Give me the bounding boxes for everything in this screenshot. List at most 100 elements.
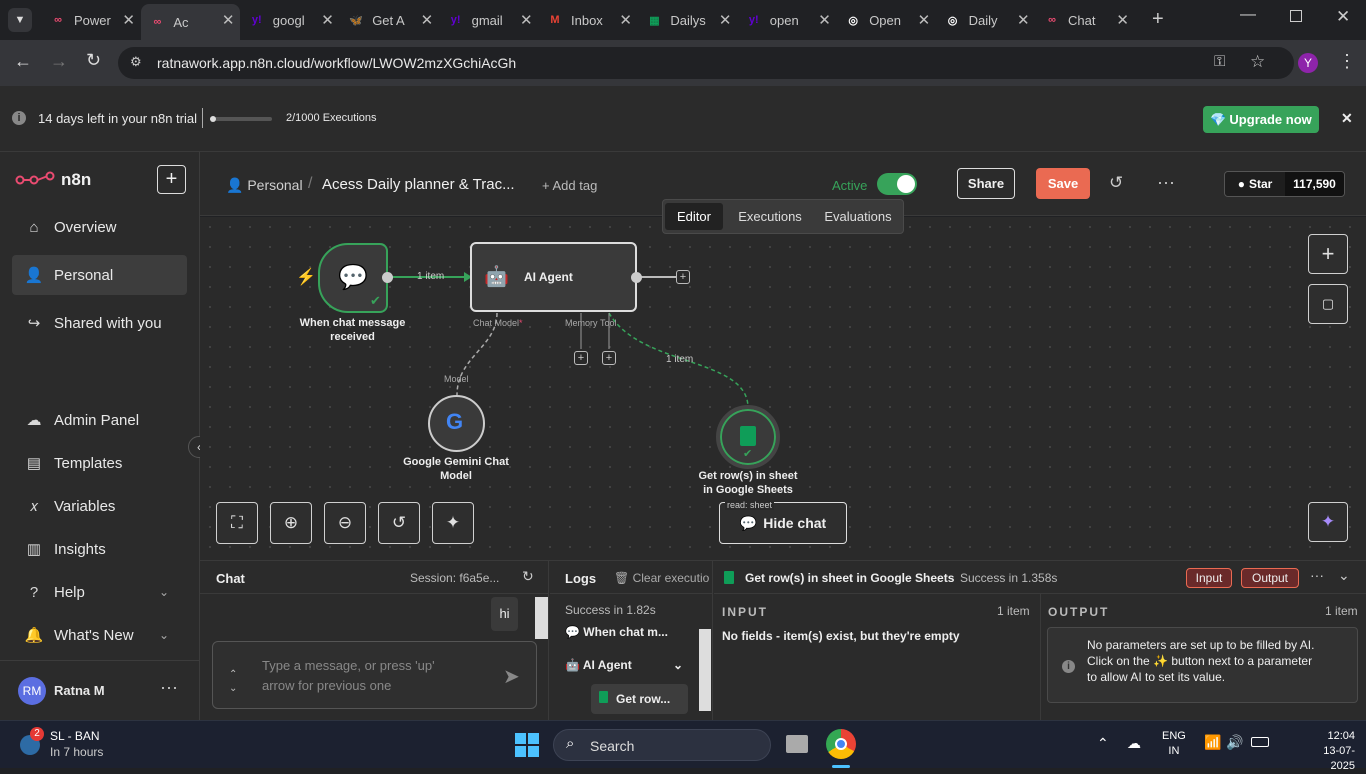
sticky-note-button[interactable]: ▢ bbox=[1308, 284, 1348, 324]
browser-tab[interactable]: ∞ Ac ✕ bbox=[141, 4, 241, 40]
new-tab-button[interactable]: + bbox=[1152, 8, 1164, 31]
github-star-button[interactable]: ● Star 117,590 bbox=[1224, 171, 1345, 197]
close-tab-icon[interactable]: ✕ bbox=[619, 11, 632, 29]
close-tab-icon[interactable]: ✕ bbox=[1116, 11, 1129, 29]
refresh-session-icon[interactable]: ↻ bbox=[522, 568, 534, 585]
url-text[interactable]: ratnawork.app.n8n.cloud/workflow/LWOW2mz… bbox=[157, 55, 516, 71]
battery-icon[interactable] bbox=[1251, 737, 1269, 747]
close-tab-icon[interactable]: ✕ bbox=[818, 11, 831, 29]
close-tab-icon[interactable]: ✕ bbox=[122, 11, 135, 29]
workflow-name[interactable]: Acess Daily planner & Trac... bbox=[322, 176, 515, 193]
language-indicator[interactable]: ENG IN bbox=[1162, 729, 1186, 759]
close-tab-icon[interactable]: ✕ bbox=[1017, 11, 1030, 29]
n8n-logo[interactable]: n8n bbox=[15, 170, 91, 190]
browser-tab[interactable]: 🦋 Get A ✕ bbox=[340, 4, 439, 36]
restore-button[interactable] bbox=[1290, 10, 1302, 22]
chat-trigger-node[interactable]: 💬 ✔ bbox=[318, 243, 388, 313]
input-toggle-button[interactable]: Input bbox=[1186, 568, 1232, 588]
profile-avatar[interactable]: Y bbox=[1298, 53, 1318, 73]
close-tab-icon[interactable]: ✕ bbox=[421, 11, 434, 29]
save-button[interactable]: Save bbox=[1036, 168, 1090, 199]
history-icon[interactable]: ↺ bbox=[1109, 173, 1123, 193]
add-tag-link[interactable]: + Add tag bbox=[542, 178, 597, 193]
browser-tab[interactable]: M Inbox ✕ bbox=[539, 4, 638, 36]
ai-agent-node[interactable]: 🤖 AI Agent bbox=[470, 242, 637, 312]
zoom-out-button[interactable]: ⊖ bbox=[324, 502, 366, 544]
sidebar-item-variables[interactable]: 𝑥 Variables bbox=[12, 486, 187, 526]
back-icon[interactable]: ← bbox=[14, 51, 32, 72]
close-tab-icon[interactable]: ✕ bbox=[520, 11, 533, 29]
node-output-handle[interactable] bbox=[382, 272, 393, 283]
browser-tab[interactable]: ∞ Chat ✕ bbox=[1036, 4, 1135, 36]
add-tool-icon[interactable]: + bbox=[602, 351, 616, 365]
chat-scrollbar[interactable] bbox=[535, 597, 548, 639]
weather-widget[interactable]: 2 SL - BAN In 7 hours bbox=[18, 727, 128, 763]
sidebar-item-help[interactable]: ? Help ⌄ bbox=[12, 572, 187, 612]
password-key-icon[interactable]: ⚿ bbox=[1214, 53, 1225, 70]
add-memory-icon[interactable]: + bbox=[574, 351, 588, 365]
reload-icon[interactable]: ↻ bbox=[86, 50, 101, 71]
browser-tab[interactable]: y! gmail ✕ bbox=[440, 4, 539, 36]
reset-zoom-button[interactable]: ↺ bbox=[378, 502, 420, 544]
sidebar-item-admin-panel[interactable]: ☁ Admin Panel bbox=[12, 400, 187, 440]
close-tab-icon[interactable]: ✕ bbox=[321, 11, 334, 29]
browser-menu-icon[interactable]: ⋮ bbox=[1338, 51, 1356, 72]
log-entry-sheets[interactable]: Get row... bbox=[591, 684, 688, 714]
share-button[interactable]: Share bbox=[957, 168, 1015, 199]
more-icon[interactable]: ··· bbox=[160, 677, 178, 698]
browser-tab[interactable]: ▦ Dailys ✕ bbox=[638, 4, 737, 36]
close-window-button[interactable]: ✕ bbox=[1336, 7, 1350, 27]
collapse-panel-icon[interactable]: ⌄ bbox=[1338, 567, 1350, 584]
close-tab-icon[interactable]: ✕ bbox=[222, 11, 235, 29]
user-menu[interactable]: RM Ratna M ··· bbox=[0, 660, 199, 720]
add-node-button[interactable]: + bbox=[1308, 234, 1348, 274]
show-hidden-icons[interactable]: ⌃ bbox=[1097, 735, 1109, 752]
gemini-model-node[interactable]: G bbox=[428, 395, 485, 452]
address-bar[interactable]: ⚙ ratnawork.app.n8n.cloud/workflow/LWOW2… bbox=[118, 47, 1294, 79]
upgrade-button[interactable]: 💎 Upgrade now bbox=[1203, 106, 1319, 133]
browser-tab[interactable]: ∞ Power ✕ bbox=[42, 4, 141, 36]
windows-start-icon[interactable] bbox=[515, 733, 539, 757]
sidebar-item-overview[interactable]: ⌂ Overview bbox=[12, 207, 187, 247]
chrome-taskbar-icon[interactable] bbox=[826, 729, 856, 759]
zoom-in-button[interactable]: ⊕ bbox=[270, 502, 312, 544]
site-info-icon[interactable]: ⚙ bbox=[130, 54, 142, 70]
task-view-icon[interactable] bbox=[786, 735, 808, 753]
tab-search-button[interactable]: ▼ bbox=[8, 8, 32, 32]
options-icon[interactable]: ··· bbox=[1157, 172, 1175, 193]
ai-assistant-button[interactable]: ✦ bbox=[1308, 502, 1348, 542]
chat-input[interactable]: ⌃ ⌄ Type a message, or press 'up' arrow f… bbox=[212, 641, 537, 709]
more-options-icon[interactable]: ··· bbox=[1310, 567, 1324, 583]
forward-icon[interactable]: → bbox=[50, 51, 68, 72]
agent-output-handle[interactable] bbox=[631, 272, 642, 283]
wifi-icon[interactable]: 📶 bbox=[1204, 734, 1221, 751]
fit-view-button[interactable]: ⛶ bbox=[216, 502, 258, 544]
clock[interactable]: 12:04 13-07-2025 bbox=[1300, 729, 1355, 774]
output-toggle-button[interactable]: Output bbox=[1241, 568, 1299, 588]
tidy-up-button[interactable]: ✦ bbox=[432, 502, 474, 544]
sidebar-item-what-s-new[interactable]: 🔔 What's New ⌄ bbox=[12, 615, 187, 655]
volume-icon[interactable]: 🔊 bbox=[1226, 734, 1243, 751]
browser-tab[interactable]: ◎ Daily ✕ bbox=[937, 4, 1036, 36]
bookmark-star-icon[interactable]: ☆ bbox=[1250, 52, 1265, 72]
sheets-tool-node[interactable]: ✔ bbox=[716, 405, 780, 469]
browser-tab[interactable]: y! open ✕ bbox=[738, 4, 837, 36]
sidebar-item-insights[interactable]: ▥ Insights bbox=[12, 529, 187, 569]
sidebar-item-shared-with-you[interactable]: ↪ Shared with you bbox=[12, 303, 187, 343]
send-icon[interactable]: ➤ bbox=[503, 664, 520, 689]
close-tab-icon[interactable]: ✕ bbox=[918, 11, 931, 29]
close-tab-icon[interactable]: ✕ bbox=[719, 11, 732, 29]
network-status-icon[interactable]: ☁ bbox=[1127, 735, 1141, 752]
add-node-icon[interactable]: + bbox=[676, 270, 690, 284]
project-breadcrumb[interactable]: 👤 Personal bbox=[226, 177, 303, 194]
clear-execution-button[interactable]: 🗑 Clear executio bbox=[614, 571, 712, 585]
sidebar-item-templates[interactable]: ▤ Templates bbox=[12, 443, 187, 483]
log-entry-agent[interactable]: 🤖 AI Agent ⌄ bbox=[565, 658, 683, 672]
log-entry-trigger[interactable]: 💬 When chat m... bbox=[565, 625, 668, 639]
close-banner-icon[interactable]: ✕ bbox=[1341, 110, 1353, 127]
sidebar-item-personal[interactable]: 👤 Personal bbox=[12, 255, 187, 295]
taskbar-search[interactable]: ⌕ Search bbox=[553, 729, 771, 761]
browser-tab[interactable]: ◎ Open ✕ bbox=[837, 4, 936, 36]
workflow-canvas[interactable]: Editor Executions Evaluations ⚡ 💬 ✔ When c… bbox=[200, 199, 1366, 560]
logs-scrollbar[interactable] bbox=[699, 629, 711, 711]
